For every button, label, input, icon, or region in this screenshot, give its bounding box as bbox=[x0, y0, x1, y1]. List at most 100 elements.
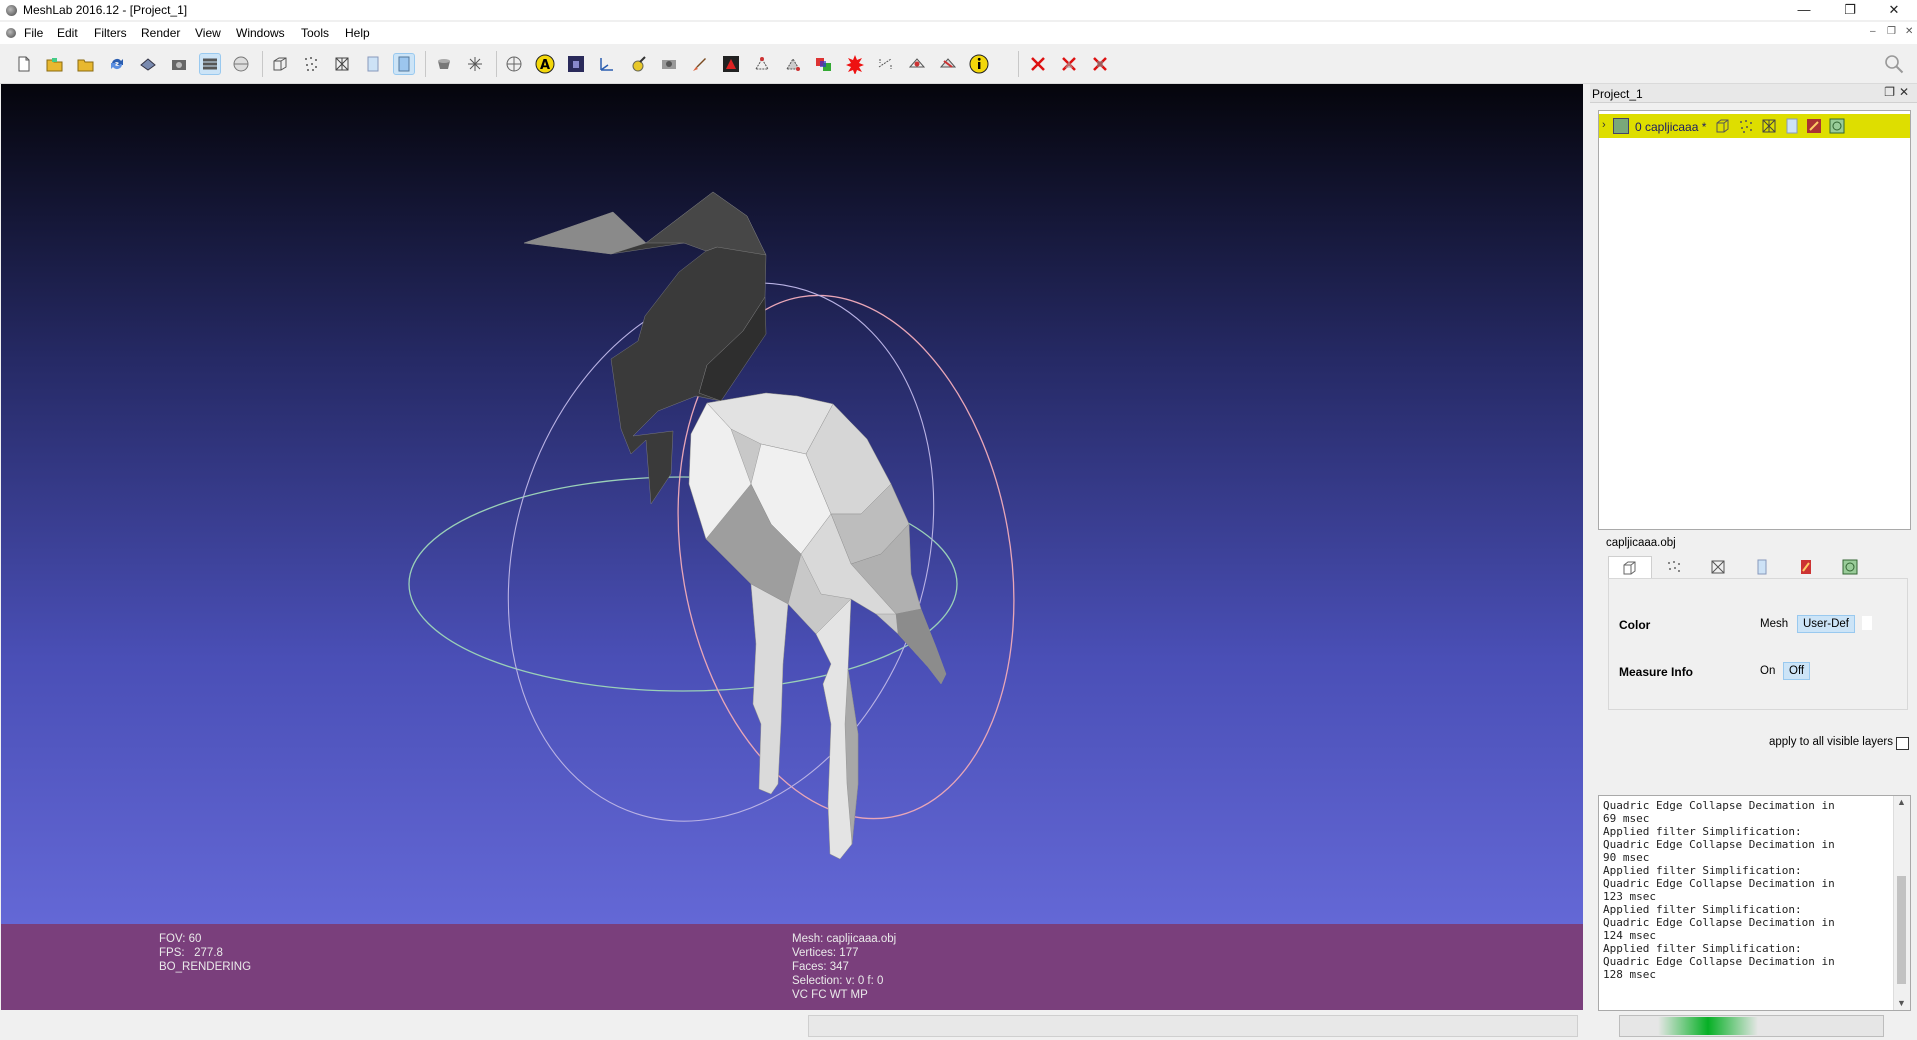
layer-tree[interactable]: › 0 capljicaaa * bbox=[1598, 110, 1911, 530]
tab-wireframe[interactable] bbox=[1696, 556, 1740, 578]
points-icon[interactable] bbox=[1738, 118, 1754, 134]
color-mesh-option[interactable]: Mesh bbox=[1755, 616, 1793, 632]
layer-name: 0 capljicaaa * bbox=[1635, 120, 1707, 134]
mdi-close-button[interactable]: ✕ bbox=[1905, 26, 1913, 37]
expand-chevron-icon[interactable]: › bbox=[1602, 119, 1606, 131]
apply-all-checkbox[interactable] bbox=[1896, 737, 1909, 750]
minimize-button[interactable]: — bbox=[1781, 0, 1827, 20]
axis-icon[interactable] bbox=[596, 53, 618, 75]
measure-off-option[interactable]: Off bbox=[1783, 662, 1811, 680]
render-properties: capljicaaa.obj Color Mesh User-Def Measu… bbox=[1590, 534, 1917, 824]
horizontal-scrollbar[interactable] bbox=[808, 1015, 1578, 1037]
tab-solid[interactable] bbox=[1740, 556, 1784, 578]
brush-icon[interactable] bbox=[689, 53, 711, 75]
select-faces-icon[interactable] bbox=[782, 53, 804, 75]
trackball-icon[interactable] bbox=[503, 53, 525, 75]
texture-icon[interactable] bbox=[1806, 118, 1822, 134]
flat-icon[interactable] bbox=[1784, 118, 1800, 134]
log-scrollbar[interactable]: ▲ ▼ bbox=[1893, 796, 1910, 1010]
restore-button[interactable]: ❐ bbox=[1827, 0, 1873, 20]
viewport-info-bar: FOV: 60 FPS: 277.8 BO_RENDERING Mesh: ca… bbox=[1, 924, 1583, 1010]
toolbar-separator bbox=[1018, 51, 1019, 77]
decorators-icon bbox=[1842, 559, 1858, 575]
menu-edit[interactable]: Edit bbox=[57, 26, 78, 40]
measure-on-option[interactable]: On bbox=[1755, 663, 1780, 679]
menu-filters[interactable]: Filters bbox=[94, 26, 127, 40]
georef-icon[interactable] bbox=[844, 53, 866, 75]
tab-bbox[interactable] bbox=[1608, 556, 1652, 578]
align-icon[interactable] bbox=[813, 53, 835, 75]
tab-texture[interactable] bbox=[1784, 556, 1828, 578]
camera-icon[interactable] bbox=[658, 53, 680, 75]
menu-file[interactable]: File bbox=[24, 26, 43, 40]
snapshot-icon[interactable] bbox=[168, 53, 190, 75]
tab-points[interactable] bbox=[1652, 556, 1696, 578]
selection-label: Selection: v: 0 f: 0 bbox=[792, 975, 884, 987]
menu-windows[interactable]: Windows bbox=[236, 26, 285, 40]
close-button[interactable]: ✕ bbox=[1871, 0, 1917, 20]
layer-row[interactable]: › 0 capljicaaa * bbox=[1599, 114, 1910, 138]
menu-view[interactable]: View bbox=[195, 26, 221, 40]
color-userdef-option[interactable]: User-Def bbox=[1797, 615, 1856, 633]
decorators-icon[interactable] bbox=[1829, 118, 1845, 134]
color-swatch[interactable] bbox=[1862, 616, 1872, 630]
menu-tools[interactable]: Tools bbox=[301, 26, 329, 40]
bbox-icon[interactable] bbox=[1715, 118, 1731, 134]
texture-icon bbox=[1801, 560, 1811, 574]
apply-all-label: apply to all visible layers bbox=[1768, 736, 1893, 748]
bounding-box-icon[interactable] bbox=[269, 53, 291, 75]
delete-faces-icon[interactable] bbox=[1058, 53, 1080, 75]
window-title: MeshLab 2016.12 - [Project_1] bbox=[23, 3, 188, 17]
vertices-label: Vertices: 177 bbox=[792, 947, 859, 959]
search-icon[interactable] bbox=[1883, 53, 1905, 75]
main-toolbar: A bbox=[0, 45, 1917, 84]
progress-fill bbox=[1658, 1017, 1758, 1035]
annotation-icon[interactable]: A bbox=[534, 53, 556, 75]
scroll-thumb[interactable] bbox=[1897, 876, 1906, 984]
tab-decorators[interactable] bbox=[1828, 556, 1872, 578]
3d-viewport[interactable]: FOV: 60 FPS: 277.8 BO_RENDERING Mesh: ca… bbox=[1, 84, 1583, 1010]
texture-icon[interactable] bbox=[565, 53, 587, 75]
show-layers-icon[interactable] bbox=[199, 53, 221, 75]
solid-icon bbox=[1757, 559, 1767, 575]
paint-icon[interactable] bbox=[627, 53, 649, 75]
menu-render[interactable]: Render bbox=[141, 26, 180, 40]
scroll-up-icon[interactable]: ▲ bbox=[1897, 797, 1906, 807]
new-project-icon[interactable] bbox=[13, 53, 35, 75]
measure-icon[interactable] bbox=[875, 53, 897, 75]
delete-all-icon[interactable] bbox=[1089, 53, 1111, 75]
delete-vertices-icon[interactable] bbox=[1027, 53, 1049, 75]
lighting-icon[interactable] bbox=[433, 53, 455, 75]
decorate-icon[interactable] bbox=[230, 53, 252, 75]
select-red-icon[interactable] bbox=[720, 53, 742, 75]
log-text: Quadric Edge Collapse Decimation in 69 m… bbox=[1603, 799, 1835, 981]
open-mesh-icon[interactable] bbox=[75, 53, 97, 75]
heron-mesh bbox=[523, 191, 947, 860]
select-conn-icon[interactable] bbox=[937, 53, 959, 75]
document-icon[interactable] bbox=[6, 28, 16, 38]
dock-buttons[interactable]: ❐✕ bbox=[1884, 85, 1913, 99]
point-picking-icon[interactable] bbox=[906, 53, 928, 75]
fancy-lighting-icon[interactable] bbox=[464, 53, 486, 75]
points-icon[interactable] bbox=[300, 53, 322, 75]
flags-label: VC FC WT MP bbox=[792, 989, 868, 1001]
wireframe-icon[interactable] bbox=[1761, 118, 1777, 134]
smooth-icon[interactable] bbox=[393, 53, 415, 75]
mdi-restore-button[interactable]: ❐ bbox=[1887, 26, 1896, 37]
wireframe-icon[interactable] bbox=[331, 53, 353, 75]
flat-lines-icon[interactable] bbox=[362, 53, 384, 75]
open-project-icon[interactable] bbox=[44, 53, 66, 75]
render-mode-tabs bbox=[1608, 556, 1908, 579]
menu-help[interactable]: Help bbox=[345, 26, 370, 40]
info-icon[interactable] bbox=[968, 53, 990, 75]
layer-visibility-icon[interactable] bbox=[1613, 118, 1629, 134]
reload-icon[interactable] bbox=[106, 53, 128, 75]
layer-dialog: Project_1 ❐✕ › 0 capljicaaa * capljicaaa… bbox=[1590, 84, 1917, 1040]
mesh-name-label: Mesh: capljicaaa.obj bbox=[792, 933, 897, 945]
select-vertices-icon[interactable] bbox=[751, 53, 773, 75]
save-snapshot-icon[interactable] bbox=[137, 53, 159, 75]
scroll-down-icon[interactable]: ▼ bbox=[1897, 998, 1906, 1008]
wireframe-icon bbox=[1711, 560, 1725, 574]
mdi-minimize-button[interactable]: – bbox=[1870, 26, 1876, 37]
log-panel[interactable]: Quadric Edge Collapse Decimation in 69 m… bbox=[1598, 795, 1911, 1011]
